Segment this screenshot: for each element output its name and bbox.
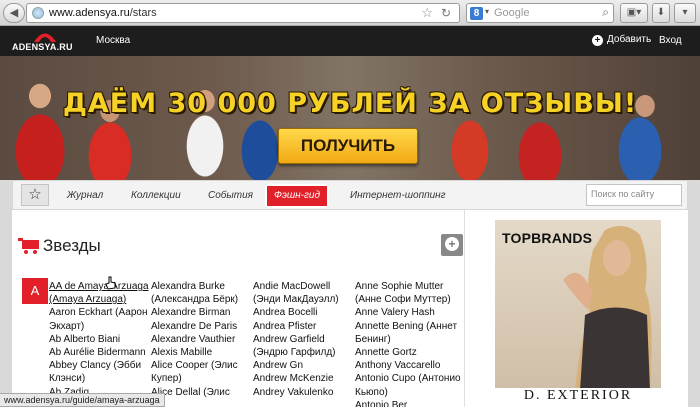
star-link[interactable]: Annette Gortz	[355, 346, 461, 359]
advertisement[interactable]: TOPBRANDS D. EXTERIOR	[495, 220, 661, 407]
main-nav: ☆ Журнал Коллекции События Фэшн-гид Инте…	[12, 180, 688, 210]
main-content: Звезды + А AA de Amaya Arzuaga (Amaya Ar…	[12, 210, 464, 407]
globe-icon	[32, 7, 44, 19]
star-link[interactable]: Andrea Bocelli	[253, 306, 357, 319]
address-bar[interactable]: www.adensya.ru/stars ☆ ↻	[26, 3, 460, 23]
chevron-down-icon[interactable]: ▾	[485, 7, 489, 16]
site-header: ADENSYA.RU Москва + Добавить Вход	[0, 26, 700, 56]
logo-text: ADENSYA.RU	[12, 42, 73, 52]
menu-button[interactable]: ▾	[674, 3, 696, 23]
shopping-cart-icon	[18, 238, 39, 254]
star-link[interactable]: Alexis Mabille	[151, 346, 255, 359]
star-link[interactable]: Anne Valery Hash	[355, 306, 461, 319]
star-link[interactable]: Andrew Gn	[253, 359, 357, 372]
add-label: Добавить	[607, 34, 652, 45]
star-link[interactable]: Alice Dellal (Элис	[151, 386, 255, 399]
stars-column: AA de Amaya Arzuaga (Amaya Arzuaga) Aaro…	[49, 280, 153, 399]
url-text: www.adensya.ru/stars	[49, 7, 157, 19]
banner-headline: ДАЁМ 30 000 РУБЛЕЙ ЗА ОТЗЫВЫ!	[62, 88, 638, 119]
star-link[interactable]: Abbey Clancy (Эбби Клэнси)	[49, 359, 153, 385]
star-link[interactable]: Andrea Pfister	[253, 320, 357, 333]
logo-mark-icon	[34, 33, 56, 42]
add-button[interactable]: + Добавить	[592, 34, 651, 46]
ad-footer-text: D. EXTERIOR	[495, 388, 661, 407]
page-title: Звезды	[43, 236, 101, 255]
bookmarks-menu-button[interactable]: ▣▾	[620, 3, 648, 23]
city-selector[interactable]: Москва	[96, 35, 130, 46]
star-link[interactable]: Alexandra Burke (Александра Бёрк)	[151, 280, 255, 306]
favorites-star-icon[interactable]: ☆	[21, 184, 49, 206]
star-link[interactable]: AA de Amaya Arzuaga (Amaya Arzuaga)	[49, 280, 153, 306]
browser-toolbar: ◀ www.adensya.ru/stars ☆ ↻ 8 ▾ Google ⌕ …	[0, 0, 700, 26]
star-link[interactable]: Andie MacDowell (Энди МакДауэлл)	[253, 280, 357, 306]
browser-search-input[interactable]: 8 ▾ Google ⌕	[466, 3, 614, 23]
star-link[interactable]: Alice Cooper (Элис Купер)	[151, 359, 255, 385]
star-link[interactable]: Antonio Ber	[355, 399, 461, 407]
star-link[interactable]: Antonio Cupo (Антонио Кьюпо)	[355, 372, 461, 398]
star-link[interactable]: Ab Aurélie Bidermann	[49, 346, 153, 359]
star-link[interactable]: Anne Sophie Mutter (Анне Софи Муттер)	[355, 280, 461, 306]
search-placeholder: Google	[494, 7, 530, 19]
stars-column: Alexandra Burke (Александра Бёрк) Alexan…	[151, 280, 255, 399]
star-link[interactable]: Andrey Vakulenko	[253, 386, 357, 399]
nav-item-online-shopping[interactable]: Интернет-шоппинг	[350, 190, 446, 201]
promo-banner[interactable]: ДАЁМ 30 000 РУБЛЕЙ ЗА ОТЗЫВЫ! ПОЛУЧИТЬ	[0, 56, 700, 180]
star-link[interactable]: Ab Alberto Biani	[49, 333, 153, 346]
nav-item-fashion-guide[interactable]: Фэшн-гид	[265, 184, 330, 208]
status-bar-url: www.adensya.ru/guide/amaya-arzuaga	[0, 393, 165, 407]
stars-column: Andie MacDowell (Энди МакДауэлл) Andrea …	[253, 280, 357, 399]
nav-item-collections[interactable]: Коллекции	[131, 190, 181, 201]
stars-column: Anne Sophie Mutter (Анне Софи Муттер) An…	[355, 280, 461, 407]
download-button[interactable]: ⬇	[652, 3, 670, 23]
star-link[interactable]: Andrew Garfield (Эндрю Гарфилд)	[253, 333, 357, 359]
star-link[interactable]: Alexandre Vauthier	[151, 333, 255, 346]
hand-cursor-icon	[105, 276, 116, 290]
banner-cta-button[interactable]: ПОЛУЧИТЬ	[278, 128, 418, 164]
sidebar: TOPBRANDS D. EXTERIOR	[464, 210, 688, 407]
nav-item-events[interactable]: События	[208, 190, 253, 201]
plus-icon: +	[445, 237, 459, 251]
google-icon[interactable]: 8	[470, 7, 483, 20]
star-link[interactable]: Andrew McKenzie	[253, 372, 357, 385]
star-link[interactable]: Annette Bening (Аннет Бенинг)	[355, 320, 461, 346]
back-button[interactable]: ◀	[3, 3, 25, 23]
plus-icon: +	[592, 35, 603, 46]
star-link[interactable]: Alexandre Birman	[151, 306, 255, 319]
star-link[interactable]: Alexandre De Paris	[151, 320, 255, 333]
reload-icon[interactable]: ↻	[441, 6, 451, 20]
bookmark-star-icon[interactable]: ☆	[421, 5, 433, 21]
site-search-input[interactable]: Поиск по сайту	[586, 184, 682, 206]
nav-item-journal[interactable]: Журнал	[67, 190, 103, 201]
site-logo[interactable]: ADENSYA.RU	[10, 29, 80, 53]
ad-brand: TOPBRANDS	[502, 230, 593, 246]
login-link[interactable]: Вход	[659, 35, 682, 46]
search-icon[interactable]: ⌕	[602, 5, 609, 20]
star-link[interactable]: Anthony Vaccarello	[355, 359, 461, 372]
star-link[interactable]: Aaron Eckhart (Аарон Экхарт)	[49, 306, 153, 332]
letter-badge: А	[22, 278, 48, 304]
add-star-button[interactable]: +	[441, 234, 463, 256]
